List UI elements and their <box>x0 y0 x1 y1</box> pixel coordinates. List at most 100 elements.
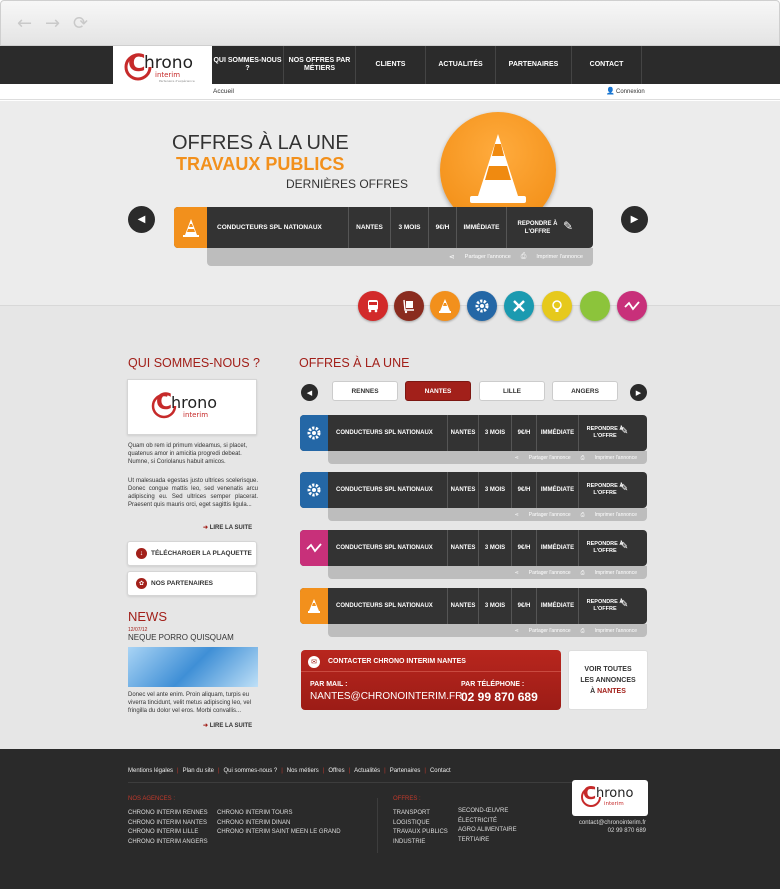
offer-category-link[interactable]: AGRO ALIMENTAIRE <box>458 826 517 836</box>
about-read-more[interactable]: ➜ LIRE LA SUITE <box>203 524 252 531</box>
offer-item[interactable]: CONDUCTEURS SPL NATIONAUX NANTES 3 MOIS 9€/… <box>300 530 647 566</box>
contact-phone[interactable]: 02 99 870 689 <box>461 690 538 704</box>
offer-category-link[interactable]: TERTIAIRE <box>458 836 517 846</box>
city-tab-lille[interactable]: LILLE <box>479 381 545 401</box>
offer-category-link[interactable]: ÉLECTRICITÉ <box>458 817 517 827</box>
footer-link[interactable]: Plan du site <box>183 768 214 774</box>
offer-print-link[interactable]: Imprimer l'annonce <box>595 512 637 518</box>
agency-link[interactable]: CHRONO INTERIM TOURS <box>217 809 341 819</box>
menu-item-0[interactable]: QUI SOMMES-NOUS ? <box>212 46 284 84</box>
offer-share-link[interactable]: Partager l'annonce <box>529 628 571 634</box>
hero-prev-button[interactable]: ◀ <box>128 206 155 233</box>
footer-link[interactable]: Actualités <box>354 768 380 774</box>
agency-link[interactable]: CHRONO INTERIM RENNES <box>128 809 208 819</box>
hero-next-button[interactable]: ▶ <box>621 206 648 233</box>
logo-sub: interim <box>183 411 209 419</box>
offer-item[interactable]: CONDUCTEURS SPL NATIONAUX NANTES 3 MOIS 9€/… <box>300 472 647 508</box>
footer-logo[interactable]: C hrono interim <box>572 780 648 816</box>
agency-link[interactable]: CHRONO INTERIM DINAN <box>217 819 341 829</box>
offer-share-bar: ⋖ Partager l'annonce ⎙ Imprimer l'annonce <box>328 566 647 579</box>
offer-category-link[interactable]: SECOND-ŒUVRE <box>458 807 517 817</box>
breadcrumb[interactable]: Accueil <box>213 88 234 95</box>
footer-link[interactable]: Partenaires <box>390 768 421 774</box>
news-image[interactable] <box>128 647 258 687</box>
chart-icon[interactable] <box>617 291 647 321</box>
offers-prev-button[interactable]: ◀ <box>301 384 318 401</box>
offers-next-button[interactable]: ▶ <box>630 384 647 401</box>
contact-mail[interactable]: NANTES@CHRONOINTERIM.FR <box>310 691 462 702</box>
reload-icon[interactable]: ⟳ <box>73 15 88 33</box>
gear-icon[interactable] <box>467 291 497 321</box>
offer-title: CONDUCTEURS SPL NATIONAUX <box>336 603 433 609</box>
hero-reply-button[interactable]: REPONDRE À L'OFFRE <box>506 207 586 248</box>
hero-job-offer[interactable]: CONDUCTEURS SPL NATIONAUX NANTES 3 MOIS … <box>174 207 593 248</box>
offer-share-link[interactable]: Partager l'annonce <box>529 455 571 461</box>
offer-reply-button[interactable]: REPONDRE À L'OFFRE <box>578 530 647 566</box>
agency-link[interactable]: CHRONO INTERIM NANTES <box>128 819 208 829</box>
logo-c: C <box>156 390 173 415</box>
footer-link[interactable]: Offres <box>328 768 344 774</box>
city-tab-angers[interactable]: ANGERS <box>552 381 618 401</box>
offer-reply-button[interactable]: REPONDRE À L'OFFRE <box>578 472 647 508</box>
offer-reply-button[interactable]: REPONDRE À L'OFFRE <box>578 415 647 451</box>
menu-item-5[interactable]: CONTACT <box>572 46 642 84</box>
hero-job-start: IMMÉDIATE <box>456 207 506 248</box>
back-icon[interactable]: ← <box>17 15 32 33</box>
offer-duration: 3 MOIS <box>478 415 511 451</box>
offer-share-link[interactable]: Partager l'annonce <box>529 570 571 576</box>
footer-links: Mentions légales | Plan du site | Qui sommes… <box>128 768 451 774</box>
leaf-icon[interactable] <box>580 291 610 321</box>
offer-category-link[interactable]: INDUSTRIE <box>393 838 448 848</box>
hero-print-link[interactable]: Imprimer l'annonce <box>536 254 583 260</box>
offer-print-link[interactable]: Imprimer l'annonce <box>595 455 637 461</box>
forward-icon[interactable]: → <box>45 15 60 33</box>
footer-separator: | <box>384 768 386 774</box>
trolley-icon[interactable] <box>394 291 424 321</box>
agency-link[interactable]: CHRONO INTERIM ANGERS <box>128 838 208 848</box>
offer-share-link[interactable]: Partager l'annonce <box>529 512 571 518</box>
menu-item-2[interactable]: CLIENTS <box>356 46 426 84</box>
partners-button[interactable]: ✿ NOS PARTENAIRES <box>127 571 257 596</box>
offer-city: NANTES <box>447 588 478 624</box>
menu-item-3[interactable]: ACTUALITÉS <box>426 46 496 84</box>
logo-text: hrono <box>596 786 634 801</box>
bus-icon[interactable] <box>358 291 388 321</box>
offer-category-link[interactable]: LOGISTIQUE <box>393 819 448 829</box>
login-link[interactable]: Connexion <box>616 89 645 95</box>
offer-item[interactable]: CONDUCTEURS SPL NATIONAUX NANTES 3 MOIS 9€/… <box>300 415 647 451</box>
hero-banner <box>0 101 780 306</box>
footer-link[interactable]: Contact <box>430 768 451 774</box>
site-logo[interactable]: C hrono interim Partenaire d'expérience <box>113 46 212 86</box>
offer-category-link[interactable]: TRAVAUX PUBLICS <box>393 828 448 838</box>
gear-icon <box>300 415 328 451</box>
city-tab-rennes[interactable]: RENNES <box>332 381 398 401</box>
footer-link[interactable]: Qui sommes-nous ? <box>224 768 278 774</box>
news-text: Donec vel ante enim. Proin aliquam, turp… <box>128 692 252 714</box>
tools-icon[interactable] <box>504 291 534 321</box>
footer-link[interactable]: Nos métiers <box>287 768 319 774</box>
user-icon: 👤 <box>606 88 615 95</box>
news-read-more[interactable]: ➜ LIRE LA SUITE <box>203 722 252 729</box>
offer-item[interactable]: CONDUCTEURS SPL NATIONAUX NANTES 3 MOIS 9€/… <box>300 588 647 624</box>
bulb-icon[interactable] <box>542 291 572 321</box>
offers-title: OFFRES À LA UNE <box>299 356 410 370</box>
agency-link[interactable]: CHRONO INTERIM SAINT MEEN LE GRAND <box>217 828 341 838</box>
offer-share-bar: ⋖ Partager l'annonce ⎙ Imprimer l'annonce <box>328 624 647 637</box>
offer-start: IMMÉDIATE <box>536 415 578 451</box>
offer-category-link[interactable]: TRANSPORT <box>393 809 448 819</box>
offer-print-link[interactable]: Imprimer l'annonce <box>595 628 637 634</box>
menu-item-1[interactable]: NOS OFFRES PAR MÉTIERS <box>284 46 356 84</box>
footer-separator: | <box>177 768 179 774</box>
city-tab-nantes[interactable]: NANTES <box>405 381 471 401</box>
cone-icon[interactable] <box>430 291 460 321</box>
menu-item-4[interactable]: PARTENAIRES <box>496 46 572 84</box>
offer-print-link[interactable]: Imprimer l'annonce <box>595 570 637 576</box>
agency-link[interactable]: CHRONO INTERIM LILLE <box>128 828 208 838</box>
footer-link[interactable]: Mentions légales <box>128 768 173 774</box>
download-brochure-button[interactable]: ↓ TÉLÉCHARGER LA PLAQUETTE <box>127 541 257 566</box>
see-all-offers-button[interactable]: VOIR TOUTES LES ANNONCES À NANTES <box>568 650 648 710</box>
print-icon: ⎙ <box>580 511 585 518</box>
news-headline[interactable]: NEQUE PORRO QUISQUAM <box>128 633 234 642</box>
hero-share-link[interactable]: Partager l'annonce <box>465 254 511 260</box>
offer-reply-button[interactable]: REPONDRE À L'OFFRE <box>578 588 647 624</box>
